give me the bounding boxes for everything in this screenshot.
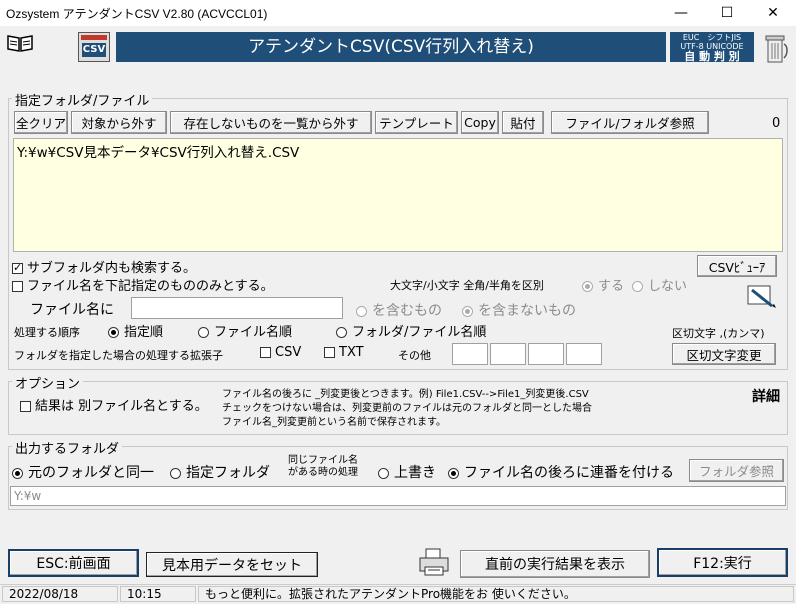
append-number-radio[interactable]: ファイル名の後ろに連番を付ける [448, 462, 674, 482]
overwrite-radio[interactable]: 上書き [378, 462, 436, 482]
csv-file-icon: CSV [78, 32, 110, 62]
filename-label: ファイル名に [30, 302, 114, 318]
file-list[interactable]: Y:¥w¥CSV見本データ¥CSV行列入れ替え.CSV [13, 138, 783, 252]
ext-other-input-4[interactable] [566, 343, 602, 365]
template-button[interactable]: テンプレート [375, 111, 458, 134]
status-time: 10:15 [120, 586, 196, 602]
contains-radio[interactable]: を含むもの [356, 300, 442, 320]
same-folder-radio[interactable]: 元のフォルダと同一 [12, 462, 154, 482]
options-group-label: オプション [12, 373, 84, 392]
status-date: 2022/08/18 [2, 586, 118, 602]
ext-other-label: その他 [398, 349, 431, 362]
copy-button[interactable]: Copy [461, 111, 499, 134]
not-contains-radio[interactable]: を含まないもの [462, 300, 576, 320]
filename-filter-input[interactable] [131, 297, 343, 319]
output-group-label: 出力するフォルダ [12, 438, 123, 457]
order-folder-file-radio[interactable]: フォルダ/ファイル名順 [336, 321, 486, 340]
delimiter-label: 区切文字 ,(カンマ) [672, 327, 765, 340]
folder-browse-button[interactable]: フォルダ参照 [689, 459, 784, 482]
remove-target-button[interactable]: 対象から外す [71, 111, 167, 134]
clear-all-button[interactable]: 全クリア [14, 111, 68, 134]
show-last-result-button[interactable]: 直前の実行結果を表示 [460, 550, 650, 578]
output-path-input[interactable]: Y:¥w [10, 486, 786, 506]
case-yes-radio[interactable]: する [582, 275, 624, 294]
printer-icon[interactable] [418, 547, 450, 577]
order-label: 処理する順序 [14, 326, 80, 339]
set-sample-data-button[interactable]: 見本用データをセット [146, 552, 318, 577]
ext-other-input-1[interactable] [452, 343, 488, 365]
book-icon[interactable] [6, 32, 34, 54]
banner-title: アテンダントCSV(CSV行列入れ替え) [116, 32, 666, 62]
file-list-item[interactable]: Y:¥w¥CSV見本データ¥CSV行列入れ替え.CSV [17, 141, 299, 161]
trash-icon[interactable] [762, 30, 790, 66]
order-specified-radio[interactable]: 指定順 [108, 321, 163, 340]
ext-other-input-2[interactable] [490, 343, 526, 365]
specified-folder-radio[interactable]: 指定フォルダ [170, 462, 270, 482]
search-subfolders-checkbox[interactable]: サブフォルダ内も検索する。 [12, 257, 196, 276]
options-note: ファイル名の後ろに _列変更後とつきます。例) File1.CSV-->File… [222, 389, 592, 428]
extension-label: フォルダを指定した場合の処理する拡張子 [14, 349, 223, 362]
esc-back-button[interactable]: ESC:前画面 [8, 549, 139, 577]
minimize-button[interactable]: — [658, 0, 704, 26]
case-sensitive-label: 大文字/小文字 全角/半角を区別 [390, 279, 544, 292]
close-button[interactable]: ✕ [750, 0, 796, 26]
ext-other-input-3[interactable] [528, 343, 564, 365]
f12-run-button[interactable]: F12:実行 [657, 548, 788, 577]
maximize-button[interactable]: ☐ [704, 0, 750, 26]
order-filename-radio[interactable]: ファイル名順 [198, 321, 292, 340]
ext-txt-checkbox[interactable]: TXT [324, 345, 364, 360]
status-message: もっと便利に。拡張されたアテンダントPro機能をお 使いください。 [198, 586, 794, 602]
case-no-radio[interactable]: しない [632, 275, 687, 294]
encoding-badge: EUC シフトJIS UTF-8 UNICODE 自 動 判 別 [670, 32, 754, 62]
csv-viewer-button[interactable]: CSVﾋﾞｭｰｱ [697, 255, 777, 277]
files-group-label: 指定フォルダ/ファイル [12, 90, 153, 109]
same-name-label: 同じファイル名 がある時の処理 [288, 455, 358, 478]
edit-pencil-icon[interactable] [744, 280, 780, 310]
window-title: Ozsystem アテンダントCSV V2.80 (ACVCCL01) [6, 7, 268, 21]
remove-missing-button[interactable]: 存在しないものを一覧から外す [170, 111, 372, 134]
ext-csv-checkbox[interactable]: CSV [260, 345, 301, 360]
file-count: 0 [772, 116, 781, 131]
paste-button[interactable]: 貼付 [502, 111, 544, 134]
details-link[interactable]: 詳細 [752, 386, 780, 406]
browse-files-button[interactable]: ファイル/フォルダ参照 [551, 111, 709, 134]
result-separate-checkbox[interactable]: 結果は 別ファイル名とする。 [20, 395, 208, 414]
filter-by-name-checkbox[interactable]: ファイル名を下記指定のもののみとする。 [12, 275, 274, 294]
delimiter-change-button[interactable]: 区切文字変更 [672, 343, 776, 365]
title-bar: Ozsystem アテンダントCSV V2.80 (ACVCCL01) — ☐ … [0, 0, 796, 26]
